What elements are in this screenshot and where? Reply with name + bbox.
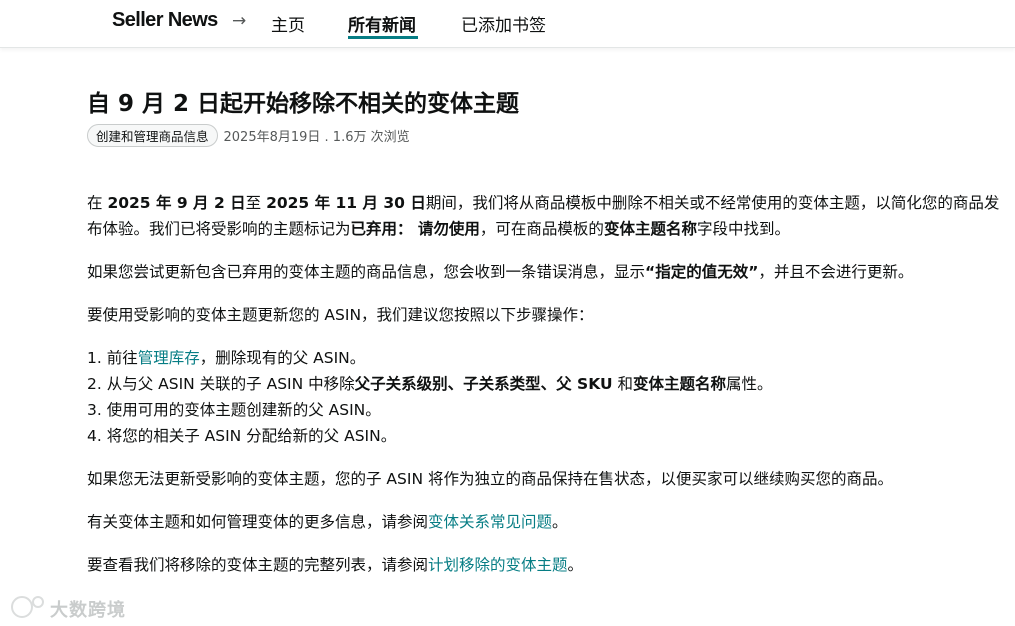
text: 如果您尝试更新包含已弃用的变体主题的商品信息，您会收到一条错误消息，显示 <box>87 263 646 281</box>
removal-list-link[interactable]: 计划移除的变体主题 <box>428 556 568 574</box>
text: 有关变体主题和如何管理变体的更多信息，请参阅 <box>87 513 429 531</box>
category-tag[interactable]: 创建和管理商品信息 <box>87 123 218 147</box>
end-date: 2025 年 11 月 30 日 <box>266 194 426 212</box>
start-date: 2025 年 9 月 2 日 <box>107 194 246 212</box>
text: 要查看我们将移除的变体主题的完整列表，请参阅 <box>87 556 429 574</box>
attribute-name: 变体主题名称 <box>632 375 726 393</box>
text: 2. 从与父 ASIN 关联的子 ASIN 中移除 <box>87 375 355 393</box>
paragraph-steps-intro: 要使用受影响的变体主题更新您的 ASIN，我们建议您按照以下步骤操作： <box>87 306 594 324</box>
paragraph-fallback: 如果您无法更新受影响的变体主题，您的子 ASIN 将作为独立的商品保持在售状态，… <box>87 470 893 488</box>
arrow-right-icon: → <box>232 11 247 31</box>
deprecated-label: 已弃用： 请勿使用 <box>350 220 480 238</box>
field-name: 变体主题名称 <box>603 220 697 238</box>
text: 。 <box>567 556 584 574</box>
paragraph-removal-list: 要查看我们将移除的变体主题的完整列表，请参阅计划移除的变体主题。 <box>87 552 1003 578</box>
list-item: 3. 使用可用的变体主题创建新的父 ASIN。 <box>87 401 381 419</box>
seller-news-logo[interactable]: Seller News <box>112 9 218 32</box>
manage-inventory-link[interactable]: 管理库存 <box>138 349 200 367</box>
list-item: 2. 从与父 ASIN 关联的子 ASIN 中移除父子关系级别、子关系类型、父 … <box>87 371 1003 397</box>
article: 自 9 月 2 日起开始移除不相关的变体主题 创建和管理商品信息 2025年8月… <box>87 88 1003 595</box>
text: 字段中找到。 <box>696 220 790 238</box>
text: 。 <box>552 513 568 531</box>
tab-bookmarked[interactable]: 已添加书签 <box>461 11 546 36</box>
text: 和 <box>612 375 633 393</box>
steps-list: 1. 前往管理库存，删除现有的父 ASIN。 2. 从与父 ASIN 关联的子 … <box>87 345 1003 449</box>
article-title: 自 9 月 2 日起开始移除不相关的变体主题 <box>87 91 520 117</box>
text: ，可在商品模板的 <box>479 220 604 238</box>
attribute-names: 父子关系级别、子关系类型、父 SKU <box>354 375 613 393</box>
text: 至 <box>245 194 267 212</box>
active-tab-indicator <box>348 36 418 39</box>
tab-all-news[interactable]: 所有新闻 <box>348 11 416 36</box>
variation-faq-link[interactable]: 变体关系常见问题 <box>428 513 552 531</box>
text: 1. 前往 <box>87 349 138 367</box>
paragraph-error: 如果您尝试更新包含已弃用的变体主题的商品信息，您会收到一条错误消息，显示“指定的… <box>87 259 1003 285</box>
text: ，并且不会进行更新。 <box>758 263 914 281</box>
list-item: 1. 前往管理库存，删除现有的父 ASIN。 <box>87 345 1003 371</box>
top-navigation: Seller News → 主页 所有新闻 已添加书签 <box>0 0 1015 48</box>
watermark-text: 大数跨境 <box>50 600 126 621</box>
article-body: 在 2025 年 9 月 2 日至 2025 年 11 月 30 日期间，我们将… <box>87 190 1003 578</box>
text: 在 <box>87 194 108 212</box>
text: 属性。 <box>726 375 773 393</box>
paragraph-intro: 在 2025 年 9 月 2 日至 2025 年 11 月 30 日期间，我们将… <box>87 190 1003 242</box>
list-item: 4. 将您的相关子 ASIN 分配给新的父 ASIN。 <box>87 427 397 445</box>
error-message: “指定的值无效” <box>645 263 759 281</box>
tab-home[interactable]: 主页 <box>271 11 305 36</box>
text: ，删除现有的父 ASIN。 <box>199 349 366 367</box>
paragraph-faq: 有关变体主题和如何管理变体的更多信息，请参阅变体关系常见问题。 <box>87 509 1003 535</box>
article-meta: 创建和管理商品信息 2025年8月19日 . 1.6万 次浏览 <box>87 123 1003 147</box>
date-and-views: 2025年8月19日 . 1.6万 次浏览 <box>223 129 410 145</box>
